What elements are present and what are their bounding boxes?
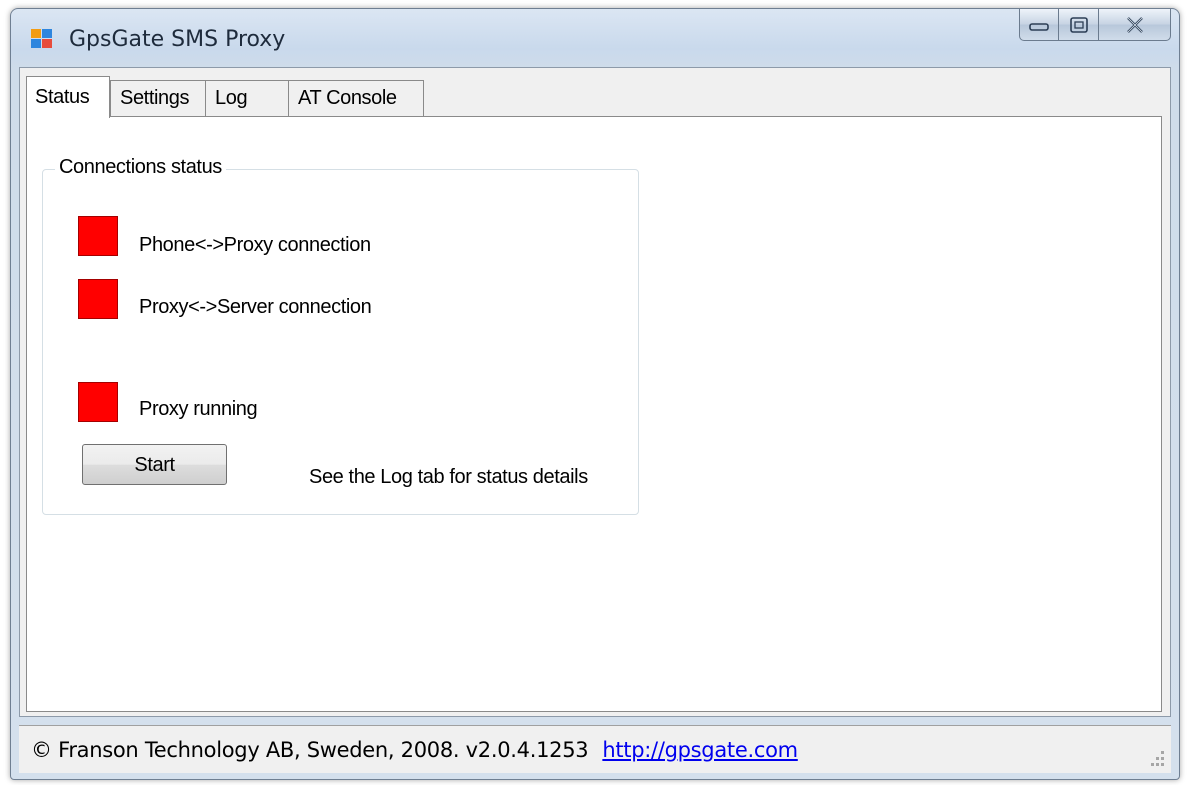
phone-proxy-label: Phone<->Proxy connection — [139, 234, 371, 256]
tab-log[interactable]: Log — [205, 80, 289, 116]
window-title: GpsGate SMS Proxy — [69, 27, 286, 52]
proxy-server-indicator — [78, 279, 118, 319]
maximize-button[interactable] — [1059, 9, 1099, 41]
tab-label: Log — [215, 87, 248, 109]
copyright-text: © Franson Technology AB, Sweden, 2008. v… — [31, 738, 589, 762]
app-window: GpsGate SMS Proxy Status Settings Log AT… — [10, 8, 1180, 780]
minimize-button[interactable] — [1019, 9, 1059, 41]
caption-buttons — [1019, 9, 1171, 41]
minimize-icon — [1029, 22, 1049, 31]
app-icon — [31, 29, 53, 51]
phone-proxy-indicator — [78, 216, 118, 256]
tab-label: AT Console — [298, 87, 397, 109]
resize-grip-icon[interactable] — [1147, 749, 1165, 767]
tab-at-console[interactable]: AT Console — [288, 80, 424, 116]
maximize-icon — [1069, 16, 1088, 33]
tab-label: Status — [35, 86, 90, 108]
client-area: Status Settings Log AT Console Connectio… — [19, 67, 1171, 717]
status-tab-panel: Connections status Phone<->Proxy connect… — [26, 116, 1162, 712]
proxy-running-indicator — [78, 382, 118, 422]
close-icon — [1126, 16, 1143, 33]
tab-status[interactable]: Status — [26, 76, 110, 118]
status-text: © Franson Technology AB, Sweden, 2008. v… — [31, 738, 798, 762]
status-bar: © Franson Technology AB, Sweden, 2008. v… — [19, 725, 1171, 773]
connections-status-group: Connections status Phone<->Proxy connect… — [42, 156, 639, 515]
title-bar[interactable]: GpsGate SMS Proxy — [11, 9, 1179, 65]
log-hint-text: See the Log tab for status details — [309, 466, 588, 488]
tab-settings[interactable]: Settings — [110, 80, 206, 116]
proxy-running-label: Proxy running — [139, 398, 258, 420]
start-button[interactable]: Start — [82, 444, 227, 485]
tab-label: Settings — [120, 87, 190, 109]
close-button[interactable] — [1099, 9, 1171, 41]
proxy-server-label: Proxy<->Server connection — [139, 296, 372, 318]
group-title: Connections status — [55, 156, 226, 179]
website-link[interactable]: http://gpsgate.com — [602, 738, 798, 762]
